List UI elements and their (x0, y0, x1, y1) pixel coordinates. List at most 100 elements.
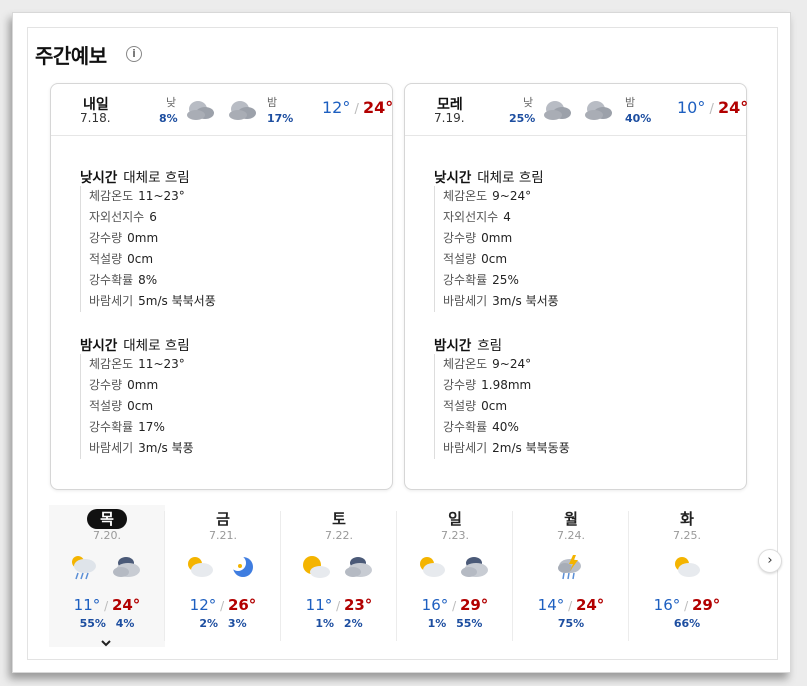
day-column-thu[interactable]: 목 7.20. 11° / 24° 55% 4% (49, 505, 165, 647)
precip-probs: 55% 4% (79, 617, 135, 630)
weekday-date: 7.22. (325, 529, 353, 542)
info-icon[interactable]: i (126, 46, 142, 62)
night-detail-list: 체감온도 11~23° 강수량 0mm 적설량 0cm 강수확률 17% 바람세기 3m/… (80, 354, 194, 459)
detail-row: 적설량 0cm (89, 252, 154, 266)
temp-range: 11° / 23° (305, 596, 373, 614)
cloudy-icon (585, 101, 612, 120)
precip-probs: 1% 55% (427, 617, 483, 630)
weekday-label: 토 (332, 510, 346, 528)
weekday-date: 7.20. (93, 529, 121, 542)
detail-row: 체감온도 9~24° (443, 357, 532, 371)
day-column-tue[interactable]: 화 7.25. 16° / 29° 66% (629, 505, 745, 647)
detail-row: 적설량 0cm (443, 399, 508, 413)
precip-probs: 75% (557, 617, 585, 630)
am-precip-prob: 8% (159, 112, 178, 125)
detail-row: 강수량 0mm (89, 231, 159, 245)
low-temp: 10° (677, 98, 706, 117)
forecast-card-day-after: 모레 7.19. 낮 25% 밤 40% 10° / 24° 낮시간 대체로 흐림… (404, 83, 749, 490)
low-temp: 12° (322, 98, 351, 117)
weekday-label: 월 (564, 510, 578, 528)
pm-precip-prob: 17% (267, 112, 294, 125)
section-label: 낮시간 (434, 170, 472, 186)
detail-row: 바람세기 3m/s 북서풍 (443, 294, 559, 308)
weekday-date: 7.25. (673, 529, 701, 542)
day-column-sat[interactable]: 토 7.22. 11° / 23° 1% 2% (281, 505, 397, 647)
weekday-date: 7.21. (209, 529, 237, 542)
detail-row: 강수량 1.98mm (443, 378, 532, 392)
detail-row: 강수확률 17% (89, 420, 165, 434)
detail-row: 체감온도 11~23° (89, 189, 185, 203)
cloudy-icon (229, 101, 256, 120)
forecast-card-tomorrow: 내일 7.18. 낮 8% 밤 17% 12° / 24° 낮시간 대체로 흐림 … (50, 83, 393, 490)
cloudy-night-icon (345, 557, 372, 577)
weekday-date: 7.24. (557, 529, 585, 542)
temp-range: 10° / 24° (677, 98, 749, 117)
am-precip-prob: 25% (509, 112, 536, 125)
pm-label: 밤 (267, 96, 278, 109)
rain-icon (72, 556, 96, 580)
day-section-title: 낮시간 대체로 흐림 (434, 166, 544, 186)
temp-range: 14° / 24° (537, 596, 605, 614)
day-column-fri[interactable]: 금 7.21. 12° / 26° 2% 3% (165, 505, 281, 647)
detail-row: 강수확률 8% (89, 273, 158, 287)
precip-probs: 2% 3% (199, 617, 247, 630)
section-condition: 대체로 흐림 (123, 338, 190, 354)
cloudy-night-icon (461, 557, 488, 577)
detail-row: 강수량 0mm (89, 378, 159, 392)
weekday-badge: 목 (49, 508, 165, 529)
section-label: 낮시간 (80, 170, 118, 186)
weekly-strip: 목 7.20. 11° / 24° 55% 4% 금 7.21. 12° / 2… (49, 505, 745, 650)
card-header: 모레 7.19. 낮 25% 밤 40% 10° / 24° (405, 84, 749, 136)
section-label: 밤시간 (434, 338, 472, 354)
detail-row: 강수량 0mm (443, 231, 513, 245)
pm-label: 밤 (625, 96, 636, 109)
weekday-date: 7.23. (441, 529, 469, 542)
detail-row: 체감온도 11~23° (89, 357, 185, 371)
day-detail-list: 체감온도 9~24° 자외선지수 4 강수량 0mm 적설량 0cm 강수확률 25% 바… (434, 186, 559, 312)
am-label: 낮 (523, 96, 534, 109)
next-arrow-button[interactable]: › (758, 549, 782, 573)
temp-range: 12° / 24° (322, 98, 394, 117)
cloudy-icon (187, 101, 214, 120)
precip-probs: 66% (673, 617, 701, 630)
section-condition: 대체로 흐림 (477, 170, 544, 186)
chevron-down-icon[interactable] (99, 637, 113, 649)
detail-row: 강수확률 25% (443, 273, 519, 287)
page-title: 주간예보 (35, 44, 107, 68)
pm-precip-prob: 40% (625, 112, 652, 125)
detail-row: 자외선지수 4 (443, 210, 511, 224)
day-column-sun[interactable]: 일 7.23. 16° / 29° 1% 55% (397, 505, 513, 647)
day-detail-list: 체감온도 11~23° 자외선지수 6 강수량 0mm 적설량 0cm 강수확률 8% 바… (80, 186, 216, 312)
cloudy-night-icon (113, 557, 140, 577)
high-temp: 24° (363, 98, 394, 117)
precip-probs: 1% 2% (315, 617, 363, 630)
detail-row: 바람세기 5m/s 북북서풍 (89, 294, 216, 308)
detail-row: 바람세기 2m/s 북북동풍 (443, 441, 570, 455)
section-condition: 대체로 흐림 (123, 170, 190, 186)
night-section-title: 밤시간 대체로 흐림 (80, 334, 190, 354)
detail-row: 적설량 0cm (89, 399, 154, 413)
temp-range: 16° / 29° (421, 596, 489, 614)
day-section-title: 낮시간 대체로 흐림 (80, 166, 190, 186)
detail-row: 적설량 0cm (443, 252, 508, 266)
section-label: 밤시간 (80, 338, 118, 354)
high-temp: 24° (718, 98, 749, 117)
cloudy-icon (544, 101, 571, 120)
day-date: 7.19. (434, 111, 465, 125)
detail-row: 체감온도 9~24° (443, 189, 532, 203)
night-detail-list: 체감온도 9~24° 강수량 1.98mm 적설량 0cm 강수확률 40% 바람세기 2… (434, 354, 570, 459)
detail-row: 자외선지수 6 (89, 210, 157, 224)
temp-range: 11° / 24° (73, 596, 141, 614)
detail-row: 강수확률 40% (443, 420, 519, 434)
partly-cloudy-icon (675, 557, 700, 577)
moon-icon (230, 555, 253, 577)
partly-cloudy-icon (420, 557, 445, 577)
day-date: 7.18. (80, 111, 111, 125)
partly-cloudy-icon (303, 556, 330, 578)
temp-range: 16° / 29° (653, 596, 721, 614)
day-column-mon[interactable]: 월 7.24. 14° / 24° 75% (513, 505, 629, 647)
weekday-label: 화 (680, 510, 694, 528)
card-header: 내일 7.18. 낮 8% 밤 17% 12° / 24° (51, 84, 394, 136)
am-label: 낮 (166, 96, 177, 109)
partly-cloudy-icon (188, 557, 213, 577)
